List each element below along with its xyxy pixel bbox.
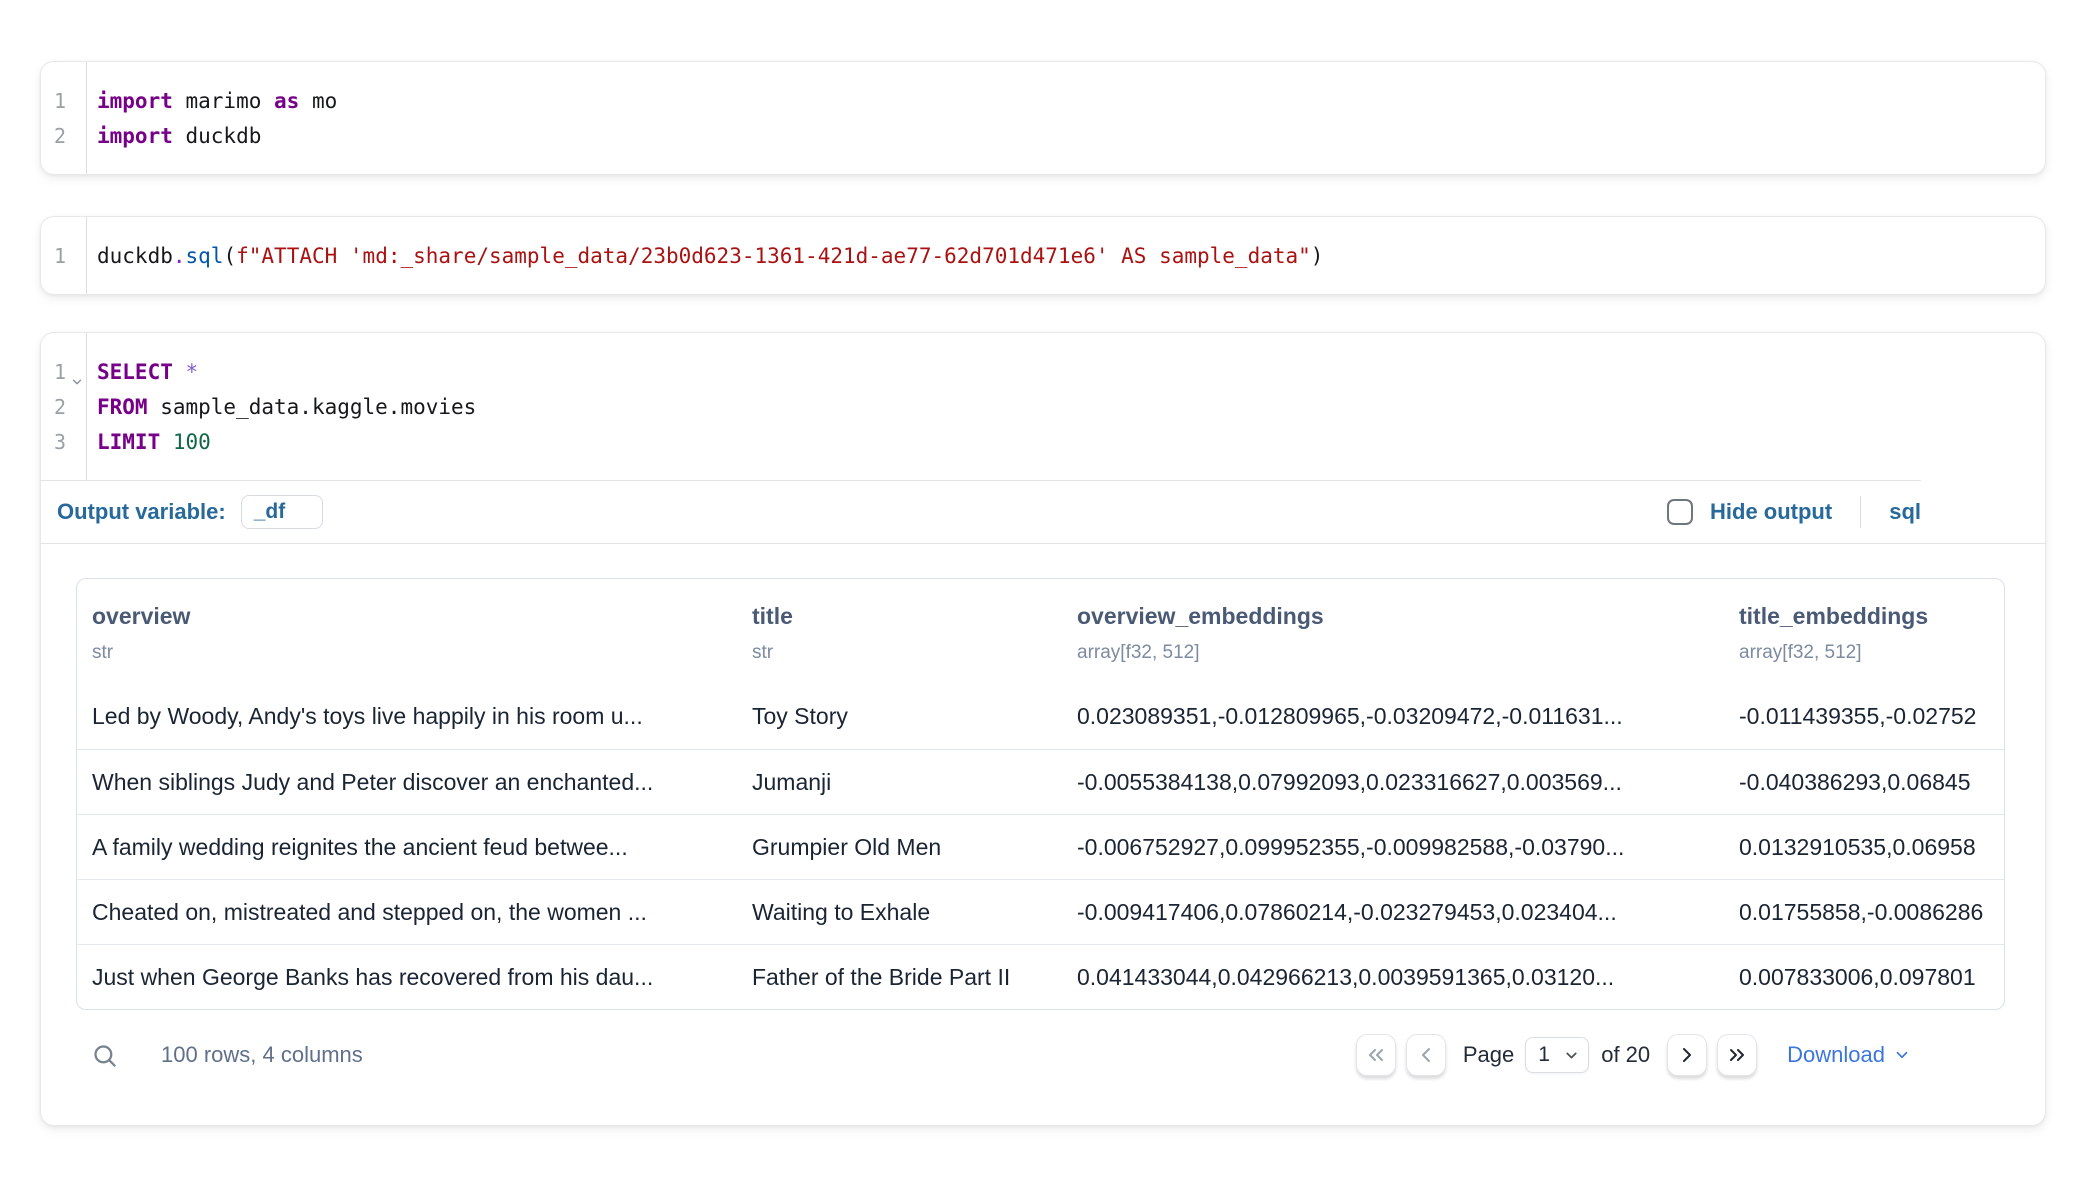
- line-number-gutter: 12: [41, 62, 87, 174]
- table-row: Led by Woody, Andy's toys live happily i…: [77, 684, 2004, 749]
- table-cell: Just when George Banks has recovered fro…: [92, 964, 752, 991]
- data-table: overviewstrtitlestroverview_embeddingsar…: [76, 578, 2005, 1010]
- table-cell: 0.041433044,0.042966213,0.0039591365,0.0…: [1077, 964, 1739, 991]
- table-cell: Led by Woody, Andy's toys live happily i…: [92, 703, 752, 730]
- chevron-down-icon: [1563, 1047, 1580, 1064]
- code-content[interactable]: SELECT *FROM sample_data.kaggle.moviesLI…: [87, 333, 1921, 480]
- chevron-right-icon: [1675, 1043, 1699, 1067]
- table-cell: 0.023089351,-0.012809965,-0.03209472,-0.…: [1077, 703, 1739, 730]
- code-line[interactable]: import duckdb: [97, 119, 2045, 154]
- table-cell: When siblings Judy and Peter discover an…: [92, 769, 752, 796]
- output-variable-input[interactable]: _df: [241, 495, 323, 529]
- code-editor[interactable]: 123 SELECT *FROM sample_data.kaggle.movi…: [41, 333, 1921, 480]
- page-total-label: of 20: [1601, 1042, 1650, 1068]
- cell-output: overviewstrtitlestroverview_embeddingsar…: [41, 544, 2045, 1125]
- table-row: Cheated on, mistreated and stepped on, t…: [77, 879, 2004, 944]
- code-line[interactable]: FROM sample_data.kaggle.movies: [97, 390, 1921, 425]
- previous-page-button[interactable]: [1406, 1034, 1446, 1076]
- code-cell-imports[interactable]: 12 import marimo as moimport duckdb: [40, 61, 2046, 175]
- footer-divider: [1860, 496, 1861, 528]
- table-cell: 0.0132910535,0.06958: [1739, 834, 2004, 861]
- first-page-button[interactable]: [1356, 1034, 1396, 1076]
- download-label: Download: [1787, 1042, 1885, 1068]
- column-header-overview[interactable]: overview str: [92, 603, 752, 664]
- table-footer: 100 rows, 4 columns Page 1 of 20: [76, 1022, 2005, 1088]
- code-editor[interactable]: 1 duckdb.sql(f"ATTACH 'md:_share/sample_…: [41, 217, 2045, 294]
- search-icon[interactable]: [91, 1042, 118, 1069]
- column-type: str: [92, 642, 752, 664]
- table-cell: 0.01755858,-0.0086286: [1739, 899, 2004, 926]
- last-page-button[interactable]: [1717, 1034, 1757, 1076]
- page-number-select[interactable]: 1: [1525, 1037, 1589, 1073]
- code-line[interactable]: SELECT *: [97, 355, 1921, 390]
- line-number: 1: [41, 355, 86, 390]
- line-number: 1: [41, 239, 86, 274]
- table-cell: 0.007833006,0.097801: [1739, 964, 2004, 991]
- code-line[interactable]: LIMIT 100: [97, 425, 1921, 460]
- column-type: str: [752, 642, 1077, 664]
- column-type: array[f32, 512]: [1739, 642, 2004, 664]
- table-cell: Jumanji: [752, 769, 1077, 796]
- page-label: Page: [1463, 1042, 1514, 1068]
- hide-output-label[interactable]: Hide output: [1710, 499, 1832, 525]
- column-name: title: [752, 603, 1077, 630]
- table-cell: Waiting to Exhale: [752, 899, 1077, 926]
- table-cell: Grumpier Old Men: [752, 834, 1077, 861]
- row-count-summary: 100 rows, 4 columns: [161, 1042, 363, 1068]
- column-header-overview_embeddings[interactable]: overview_embeddings array[f32, 512]: [1077, 603, 1739, 664]
- line-number-gutter: 123: [41, 333, 87, 480]
- download-button[interactable]: Download: [1787, 1042, 1911, 1068]
- chevron-down-icon: [1893, 1046, 1911, 1064]
- code-content[interactable]: duckdb.sql(f"ATTACH 'md:_share/sample_da…: [87, 217, 2045, 294]
- line-number: 2: [41, 390, 86, 425]
- hide-output-checkbox[interactable]: [1667, 499, 1693, 525]
- column-type: array[f32, 512]: [1077, 642, 1739, 664]
- table-cell: -0.011439355,-0.02752: [1739, 703, 2004, 730]
- code-line[interactable]: import marimo as mo: [97, 84, 2045, 119]
- page-number-value: 1: [1538, 1043, 1563, 1067]
- table-cell: Father of the Bride Part II: [752, 964, 1077, 991]
- chevrons-left-icon: [1364, 1043, 1388, 1067]
- line-number-gutter: 1: [41, 217, 87, 294]
- line-number: 1: [41, 84, 86, 119]
- column-name: overview_embeddings: [1077, 603, 1739, 630]
- chevrons-right-icon: [1725, 1043, 1749, 1067]
- column-name: title_embeddings: [1739, 603, 2004, 630]
- column-header-title[interactable]: title str: [752, 603, 1077, 664]
- table-cell: -0.009417406,0.07860214,-0.023279453,0.0…: [1077, 899, 1739, 926]
- table-row: When siblings Judy and Peter discover an…: [77, 749, 2004, 814]
- code-editor[interactable]: 12 import marimo as moimport duckdb: [41, 62, 2045, 174]
- notebook-page: 12 import marimo as moimport duckdb 1 du…: [0, 0, 2086, 1126]
- code-cell-attach[interactable]: 1 duckdb.sql(f"ATTACH 'md:_share/sample_…: [40, 216, 2046, 295]
- table-cell: -0.040386293,0.06845: [1739, 769, 2004, 796]
- table-cell: Toy Story: [752, 703, 1077, 730]
- table-row: Just when George Banks has recovered fro…: [77, 944, 2004, 1009]
- code-line[interactable]: duckdb.sql(f"ATTACH 'md:_share/sample_da…: [97, 239, 2045, 274]
- line-number: 3: [41, 425, 86, 460]
- table-cell: -0.006752927,0.099952355,-0.009982588,-0…: [1077, 834, 1739, 861]
- table-header-row: overviewstrtitlestroverview_embeddingsar…: [77, 579, 2004, 684]
- table-cell: A family wedding reignites the ancient f…: [92, 834, 752, 861]
- code-content[interactable]: import marimo as moimport duckdb: [87, 62, 2045, 174]
- table-cell: -0.0055384138,0.07992093,0.023316627,0.0…: [1077, 769, 1739, 796]
- column-header-title_embeddings[interactable]: title_embeddings array[f32, 512]: [1739, 603, 2004, 664]
- chevron-left-icon: [1414, 1043, 1438, 1067]
- output-variable-label: Output variable:: [57, 499, 226, 525]
- column-name: overview: [92, 603, 752, 630]
- table-cell: Cheated on, mistreated and stepped on, t…: [92, 899, 752, 926]
- language-badge-sql[interactable]: sql: [1889, 499, 1921, 525]
- line-number: 2: [41, 119, 86, 154]
- table-row: A family wedding reignites the ancient f…: [77, 814, 2004, 879]
- sql-query-cell[interactable]: 123 SELECT *FROM sample_data.kaggle.movi…: [40, 332, 2046, 1126]
- next-page-button[interactable]: [1667, 1034, 1707, 1076]
